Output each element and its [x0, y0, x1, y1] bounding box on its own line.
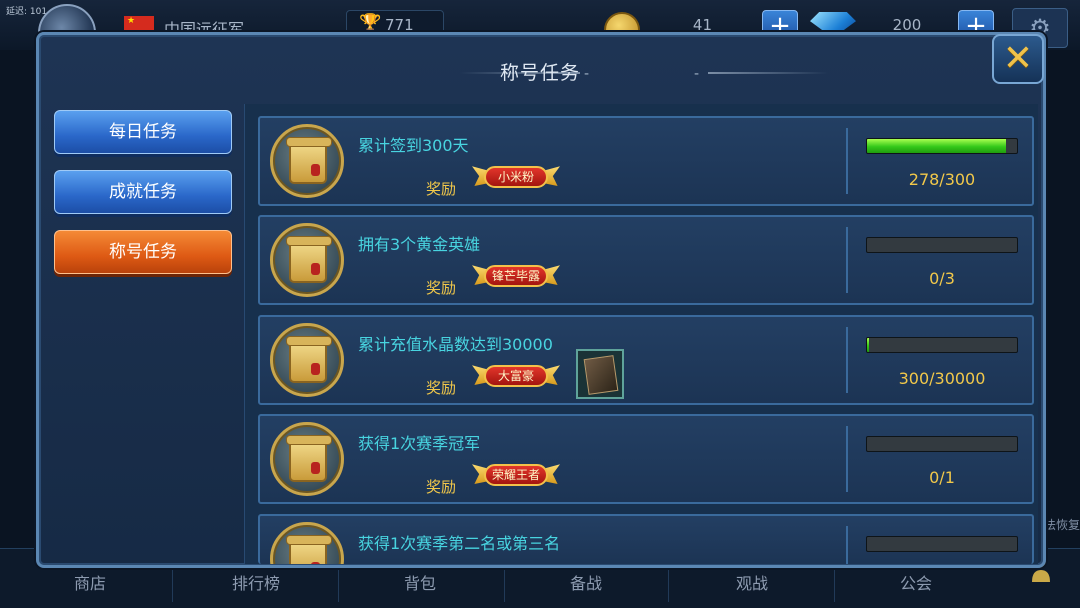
- menu-guild[interactable]: 公会: [900, 570, 932, 594]
- row-divider: [846, 227, 848, 293]
- progress-bar: [866, 536, 1018, 552]
- task-name: 获得1次赛季冠军: [358, 434, 481, 453]
- task-name: 累计充值水晶数达到30000: [358, 335, 553, 354]
- progress-fill: [867, 338, 869, 352]
- menu-backpack[interactable]: 背包: [404, 570, 436, 594]
- task-row: 累计签到300天 奖励 小米粉 278/300: [258, 116, 1034, 206]
- progress-text: 0/3: [929, 269, 955, 288]
- menu-shop[interactable]: 商店: [74, 570, 106, 594]
- side-hint-text: 法恢复: [1044, 518, 1080, 532]
- scroll-medal-icon: [270, 223, 344, 297]
- task-name: 累计签到300天: [358, 136, 469, 155]
- title-badge: 荣耀王者: [472, 458, 560, 492]
- menu-spectate[interactable]: 观战: [736, 570, 768, 594]
- row-divider: [846, 526, 848, 564]
- menu-prepare[interactable]: 备战: [570, 570, 602, 594]
- scroll-medal-icon: [270, 323, 344, 397]
- title-badge: 锋芒毕露: [472, 259, 560, 293]
- trophy-icon: 🏆: [359, 13, 382, 34]
- tab-title-tasks[interactable]: 称号任务: [54, 230, 232, 274]
- title-badge-text: 锋芒毕露: [491, 269, 540, 283]
- progress-bar: [866, 337, 1018, 353]
- close-icon: ✕: [1002, 38, 1034, 79]
- title-badge: 小米粉: [472, 160, 560, 194]
- reward-label: 奖励: [426, 478, 457, 496]
- dialog-title: 称号任务: [499, 62, 580, 84]
- title-badge-text: 大富豪: [497, 369, 534, 383]
- menu-leaderboard[interactable]: 排行榜: [232, 570, 280, 594]
- progress-text: 0/1: [929, 468, 955, 487]
- progress-bar: [866, 237, 1018, 253]
- hero-card-reward-icon[interactable]: [576, 349, 624, 399]
- title-badge-text: 小米粉: [497, 170, 534, 184]
- reward-label: 奖励: [426, 379, 457, 397]
- progress-fill: [867, 139, 1007, 153]
- task-row: 拥有3个黄金英雄 奖励 锋芒毕露 0/3: [258, 215, 1034, 305]
- scroll-medal-icon: [270, 522, 344, 564]
- row-divider: [846, 327, 848, 393]
- reward-label: 奖励: [426, 180, 457, 198]
- row-divider: [846, 128, 848, 194]
- task-name: 拥有3个黄金英雄: [358, 235, 481, 254]
- tab-daily-tasks[interactable]: 每日任务: [54, 110, 232, 154]
- progress-text: 300/30000: [898, 369, 986, 388]
- title-badge: 大富豪: [472, 359, 560, 393]
- latency-text: 延迟: 101: [6, 7, 48, 17]
- scroll-medal-icon: [270, 422, 344, 496]
- reward-label: 奖励: [426, 279, 457, 297]
- progress-bar: [866, 138, 1018, 154]
- title-badge-text: 荣耀王者: [491, 468, 540, 482]
- task-name: 获得1次赛季第二名或第三名: [358, 534, 561, 553]
- task-row: 累计充值水晶数达到30000 奖励 大富豪 300/30000: [258, 315, 1034, 405]
- progress-bar: [866, 436, 1018, 452]
- tab-achievement-tasks[interactable]: 成就任务: [54, 170, 232, 214]
- scroll-medal-icon: [270, 124, 344, 198]
- progress-text: 278/300: [908, 170, 976, 189]
- task-row: 获得1次赛季冠军 奖励 荣耀王者 0/1: [258, 414, 1034, 504]
- row-divider: [846, 426, 848, 492]
- task-row: 获得1次赛季第二名或第三名: [258, 514, 1034, 564]
- close-button[interactable]: ✕: [992, 34, 1044, 84]
